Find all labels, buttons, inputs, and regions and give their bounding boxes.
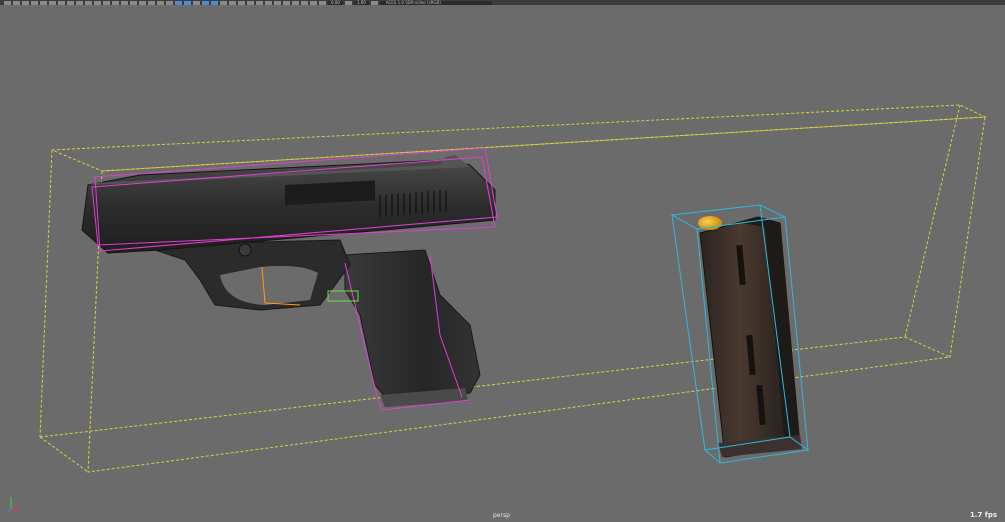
tool-icon[interactable] — [193, 0, 200, 5]
tool-icon[interactable] — [301, 0, 308, 5]
tool-icon[interactable] — [22, 0, 29, 5]
tool-icon[interactable] — [247, 0, 254, 5]
tool-icon[interactable] — [283, 0, 290, 5]
tool-icon[interactable] — [220, 0, 227, 5]
3d-viewport[interactable]: persp 1.7 fps — [0, 5, 1005, 522]
tool-icon[interactable] — [256, 0, 263, 5]
tool-icon[interactable] — [344, 0, 352, 5]
tool-icon[interactable] — [292, 0, 299, 5]
tool-icon[interactable] — [274, 0, 281, 5]
tool-icon[interactable] — [238, 0, 245, 5]
tool-icon-active[interactable] — [211, 0, 218, 5]
magazine-model[interactable] — [698, 216, 802, 458]
tool-icon[interactable] — [94, 0, 101, 5]
gamma-field[interactable]: 1.00 — [353, 0, 369, 5]
tool-icon[interactable] — [370, 0, 378, 5]
tool-icon-active[interactable] — [184, 0, 191, 5]
tool-icon[interactable] — [319, 0, 326, 5]
group-bounding-box — [39, 104, 987, 473]
tool-icon-active[interactable] — [175, 0, 182, 5]
tool-icon[interactable] — [67, 0, 74, 5]
tool-icon[interactable] — [58, 0, 65, 5]
tool-icon[interactable] — [31, 0, 38, 5]
exposure-field[interactable]: 0.00 — [328, 0, 343, 5]
tool-icon[interactable] — [265, 0, 272, 5]
tool-icon[interactable] — [157, 0, 164, 5]
tool-icon[interactable] — [85, 0, 92, 5]
tool-icon[interactable] — [166, 0, 173, 5]
color-space-dropdown[interactable]: ACES 1.0 SDR-video (sRGB) — [379, 0, 492, 5]
tool-icon[interactable] — [229, 0, 236, 5]
tool-icon[interactable] — [4, 0, 11, 5]
tool-icon-active[interactable] — [202, 0, 209, 5]
camera-label: persp — [493, 512, 510, 519]
tool-icon[interactable] — [76, 0, 83, 5]
tool-icon[interactable] — [310, 0, 317, 5]
tool-icon[interactable] — [49, 0, 56, 5]
tool-icon[interactable] — [130, 0, 137, 5]
tool-icon[interactable] — [139, 0, 146, 5]
scene-canvas[interactable] — [0, 5, 1005, 522]
tool-icon[interactable] — [121, 0, 128, 5]
fps-counter: 1.7 fps — [969, 511, 997, 519]
tool-icon[interactable] — [40, 0, 47, 5]
tool-icon[interactable] — [148, 0, 155, 5]
tool-icon[interactable] — [103, 0, 110, 5]
tool-icon[interactable] — [112, 0, 119, 5]
tool-icon[interactable] — [13, 0, 20, 5]
